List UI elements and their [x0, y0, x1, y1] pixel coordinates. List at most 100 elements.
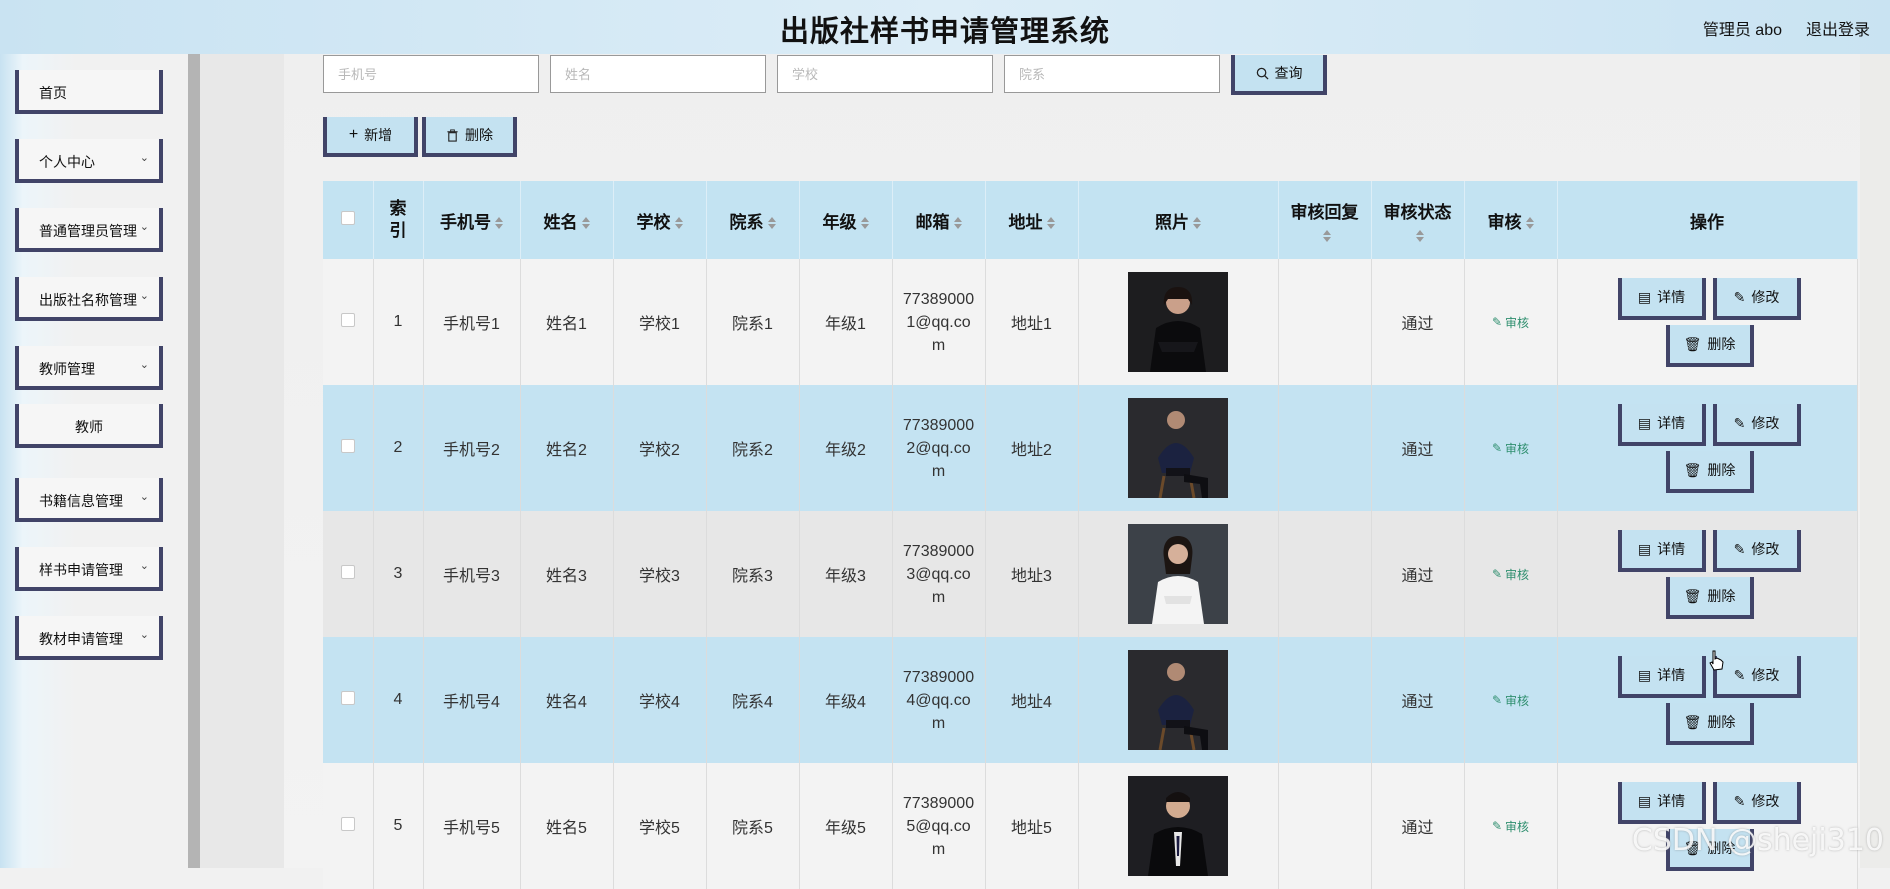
data-table: 索引 手机号 姓名 学校 院系 年级 邮箱 地址 照片 审核回复 审核状态 审核…	[323, 181, 1858, 889]
photo-thumbnail[interactable]	[1128, 776, 1228, 876]
sort-icon[interactable]	[1322, 230, 1331, 243]
chevron-down-icon: ⌄	[139, 152, 149, 164]
sidebar-item-label: 出版社名称管理	[39, 292, 137, 308]
sidebar-scrollbar[interactable]	[188, 54, 200, 868]
edit-pen-icon: ✎	[1491, 819, 1503, 833]
sort-icon[interactable]	[953, 217, 962, 230]
col-audit-header[interactable]: 审核	[1464, 181, 1558, 259]
row-delete-button[interactable]: 🗑 删除	[1665, 577, 1754, 619]
sort-icon[interactable]	[1193, 217, 1201, 230]
row-delete-button[interactable]: 🗑 删除	[1665, 703, 1754, 745]
select-all-cell[interactable]	[323, 181, 374, 259]
edit-pen-icon: ✎	[1491, 441, 1503, 455]
sidebar-subitem-teacher[interactable]: 教师	[15, 404, 163, 448]
cell-address: 地址4	[985, 637, 1079, 763]
detail-button[interactable]: ▤ 详情	[1617, 656, 1706, 698]
audit-link[interactable]: ✎ 审核	[1492, 566, 1529, 583]
row-checkbox[interactable]	[340, 438, 355, 453]
audit-link[interactable]: ✎ 审核	[1492, 818, 1529, 835]
cell-reply	[1278, 259, 1372, 385]
batch-delete-button[interactable]: 删除	[422, 117, 517, 157]
detail-button[interactable]: ▤ 详情	[1617, 278, 1706, 320]
chevron-down-icon: ⌄	[139, 560, 149, 572]
document-icon: ▤	[1637, 540, 1652, 557]
col-name-header[interactable]: 姓名	[520, 181, 614, 259]
name-search-input[interactable]	[550, 55, 766, 93]
audit-link[interactable]: ✎ 审核	[1492, 314, 1529, 331]
edit-button[interactable]: ✎ 修改	[1712, 530, 1801, 572]
select-all-checkbox[interactable]	[340, 211, 355, 225]
edit-button[interactable]: ✎ 修改	[1712, 404, 1801, 446]
cell-address: 地址2	[985, 385, 1079, 511]
sort-icon[interactable]	[581, 217, 590, 230]
cell-school: 学校2	[613, 385, 707, 511]
row-delete-button[interactable]: 🗑 删除	[1665, 325, 1754, 367]
cell-school: 学校1	[613, 259, 707, 385]
photo-thumbnail[interactable]	[1128, 650, 1228, 750]
col-email-header[interactable]: 邮箱	[892, 181, 986, 259]
cell-reply	[1278, 511, 1372, 637]
sidebar-item-admin-management[interactable]: 普通管理员管理 ⌄	[15, 208, 163, 252]
edit-button[interactable]: ✎ 修改	[1712, 782, 1801, 824]
sort-icon[interactable]	[674, 217, 683, 230]
detail-button[interactable]: ▤ 详情	[1617, 404, 1706, 446]
sidebar-item-publisher-management[interactable]: 出版社名称管理 ⌄	[15, 277, 163, 321]
row-checkbox[interactable]	[340, 690, 355, 705]
audit-link[interactable]: ✎ 审核	[1492, 692, 1529, 709]
photo-thumbnail[interactable]	[1128, 524, 1228, 624]
photo-thumbnail[interactable]	[1128, 272, 1228, 372]
edit-button[interactable]: ✎ 修改	[1712, 278, 1801, 320]
chevron-down-icon: ⌄	[139, 290, 149, 302]
col-phone-header[interactable]: 手机号	[423, 181, 521, 259]
col-dept-header[interactable]: 院系	[706, 181, 800, 259]
col-status-header[interactable]: 审核状态	[1371, 181, 1465, 259]
dept-search-input[interactable]	[1004, 55, 1220, 93]
query-button[interactable]: 查询	[1231, 55, 1327, 95]
edit-pen-icon: ✎	[1491, 315, 1503, 329]
sidebar-item-label: 教师管理	[39, 361, 95, 377]
row-checkbox[interactable]	[340, 564, 355, 579]
sort-icon[interactable]	[1415, 230, 1424, 243]
phone-search-input[interactable]	[323, 55, 539, 93]
add-button[interactable]: + 新增	[323, 117, 418, 157]
cell-dept: 院系5	[706, 763, 800, 889]
logout-link[interactable]: 退出登录	[1806, 16, 1870, 40]
sidebar-item-sample-application[interactable]: 样书申请管理 ⌄	[15, 547, 163, 591]
cell-status: 通过	[1371, 637, 1465, 763]
col-grade-header[interactable]: 年级	[799, 181, 893, 259]
data-table-container: 索引 手机号 姓名 学校 院系 年级 邮箱 地址 照片 审核回复 审核状态 审核…	[323, 181, 1858, 889]
sidebar-item-book-management[interactable]: 书籍信息管理 ⌄	[15, 478, 163, 522]
row-checkbox[interactable]	[340, 816, 355, 831]
edit-pen-icon: ✎	[1733, 540, 1746, 557]
sort-icon[interactable]	[495, 217, 503, 230]
photo-thumbnail[interactable]	[1128, 398, 1228, 498]
detail-button[interactable]: ▤ 详情	[1617, 782, 1706, 824]
sort-icon[interactable]	[860, 217, 869, 230]
sort-icon[interactable]	[1046, 217, 1055, 230]
cell-grade: 年级1	[799, 259, 893, 385]
col-photo-header[interactable]: 照片	[1078, 181, 1279, 259]
detail-button[interactable]: ▤ 详情	[1617, 530, 1706, 572]
cell-address: 地址5	[985, 763, 1079, 889]
sidebar-item-teacher-management[interactable]: 教师管理 ⌄	[15, 346, 163, 390]
add-button-label: 新增	[364, 127, 393, 143]
table-row: 5 手机号5 姓名5 学校5 院系5 年级5 773890005@qq.com …	[323, 763, 1858, 889]
sidebar-item-personal-center[interactable]: 个人中心 ⌄	[15, 139, 163, 183]
trash-icon	[447, 128, 458, 142]
col-reply-header[interactable]: 审核回复	[1278, 181, 1372, 259]
sidebar-item-textbook-application[interactable]: 教材申请管理 ⌄	[15, 616, 163, 660]
query-button-label: 查询	[1274, 65, 1303, 81]
audit-link[interactable]: ✎ 审核	[1492, 440, 1529, 457]
col-school-header[interactable]: 学校	[613, 181, 707, 259]
batch-delete-button-label: 删除	[465, 127, 493, 143]
col-address-header[interactable]: 地址	[985, 181, 1079, 259]
cell-dept: 院系2	[706, 385, 800, 511]
chevron-down-icon: ⌄	[139, 221, 149, 233]
sort-icon[interactable]	[1525, 217, 1534, 230]
edit-button[interactable]: ✎ 修改	[1712, 656, 1801, 698]
row-delete-button[interactable]: 🗑 删除	[1665, 451, 1754, 493]
school-search-input[interactable]	[777, 55, 993, 93]
sidebar-item-home[interactable]: 首页	[15, 70, 163, 114]
sort-icon[interactable]	[767, 217, 776, 230]
row-checkbox[interactable]	[340, 312, 355, 327]
